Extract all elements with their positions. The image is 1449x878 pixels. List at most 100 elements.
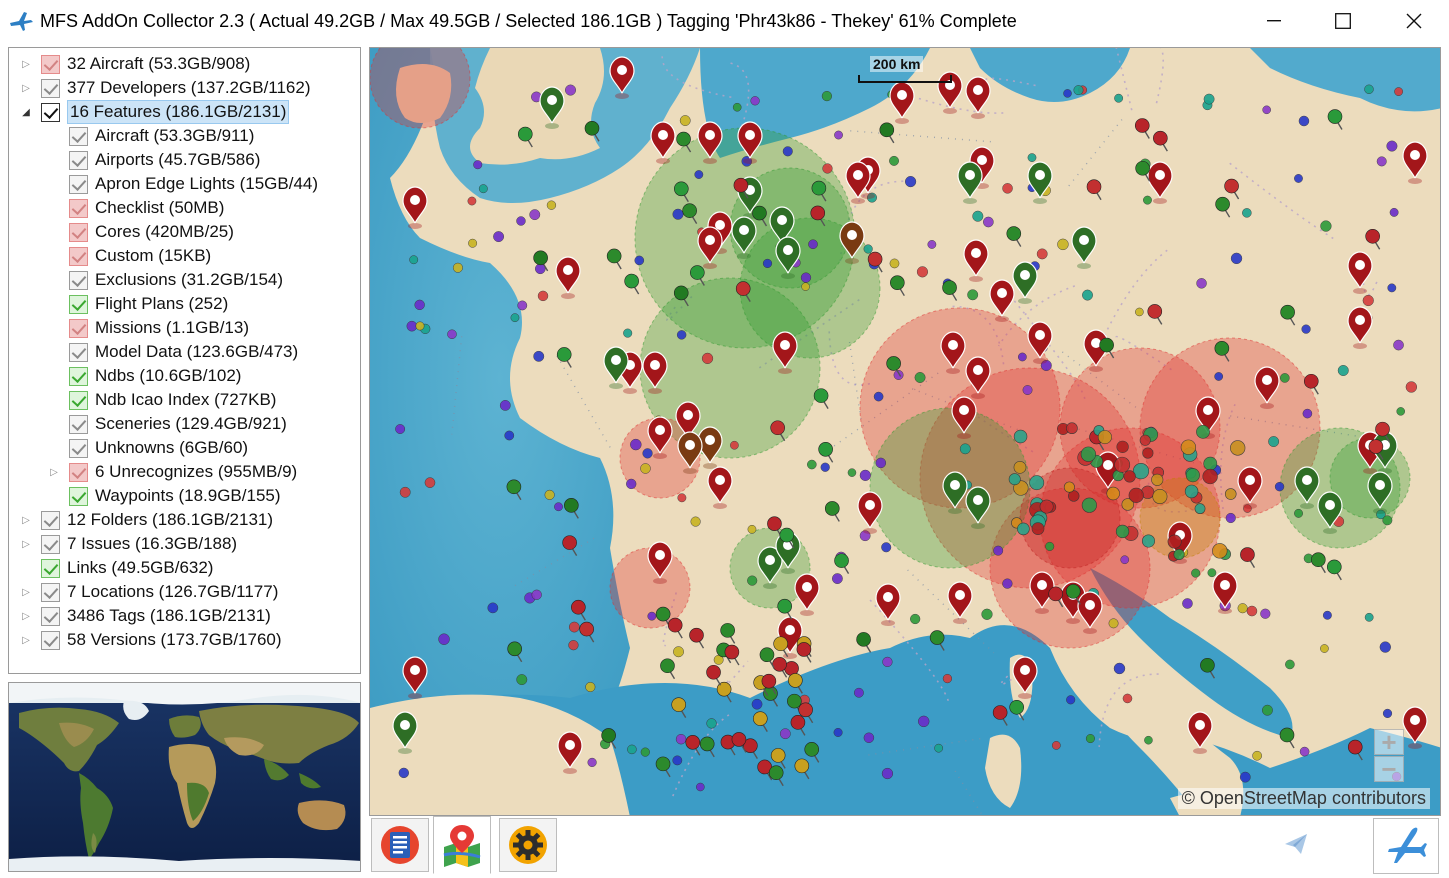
document-list-icon <box>381 826 419 864</box>
tree-checkbox[interactable] <box>41 606 60 626</box>
tree-item[interactable]: Ndbs (10.6GB/102) <box>47 364 241 388</box>
paper-plane-icon[interactable] <box>1283 832 1309 856</box>
zoom-out-button[interactable]: − <box>1374 756 1404 782</box>
tree-checkbox[interactable] <box>69 150 88 170</box>
tree-item[interactable]: Checklist (50MB) <box>47 196 224 220</box>
tree-checkbox[interactable] <box>69 270 88 290</box>
tree-checkbox[interactable] <box>41 630 60 650</box>
tree-checkbox[interactable] <box>69 174 88 194</box>
tree-item[interactable]: ▷ 6 Unrecognizes (955MB/9) <box>47 460 297 484</box>
tree-item[interactable]: Links (49.5GB/632) <box>19 556 213 580</box>
tree-item[interactable]: ▷ 12 Folders (186.1GB/2131) <box>19 508 273 532</box>
tree-item-label: 7 Issues (16.3GB/188) <box>67 534 238 553</box>
tree-checkbox[interactable] <box>69 390 88 410</box>
tree-checkbox[interactable] <box>41 78 60 98</box>
tree-item[interactable]: ▷ 3486 Tags (186.1GB/2131) <box>19 604 271 628</box>
tree-item-label: Links (49.5GB/632) <box>67 558 214 577</box>
tree-item[interactable]: Aircraft (53.3GB/911) <box>47 124 254 148</box>
tree-item-label: Ndbs (10.6GB/102) <box>95 366 242 385</box>
tree-checkbox[interactable] <box>41 54 60 74</box>
expand-arrow-icon[interactable]: ▷ <box>19 628 33 652</box>
tree-item[interactable]: Waypoints (18.9GB/155) <box>47 484 281 508</box>
tree-checkbox[interactable] <box>69 414 88 434</box>
expand-arrow-icon[interactable]: ▷ <box>19 532 33 556</box>
maximize-button[interactable] <box>1314 0 1372 42</box>
world-map-image <box>9 683 360 871</box>
tree-item[interactable]: ▷ 32 Aircraft (53.3GB/908) <box>19 52 250 76</box>
tree-item-label: Model Data (123.6GB/473) <box>95 342 299 361</box>
tree-item[interactable]: Unknowns (6GB/60) <box>47 436 248 460</box>
tree-checkbox[interactable] <box>41 558 60 578</box>
tree-item[interactable]: ◢ 16 Features (186.1GB/2131) <box>19 100 290 124</box>
expand-arrow-icon[interactable]: ▷ <box>19 580 33 604</box>
expand-arrow-icon[interactable]: ▷ <box>47 460 61 484</box>
tree-checkbox[interactable] <box>69 198 88 218</box>
tree-item[interactable]: Airports (45.7GB/586) <box>47 148 260 172</box>
view-tabbar <box>369 816 1441 874</box>
tree-checkbox[interactable] <box>41 534 60 554</box>
tree-item-label: Unknowns (6GB/60) <box>95 438 249 457</box>
tree-item-label: 58 Versions (173.7GB/1760) <box>67 630 282 649</box>
tree-item-label: Waypoints (18.9GB/155) <box>95 486 281 505</box>
map-icon <box>443 825 481 867</box>
map-canvas[interactable] <box>370 48 1441 816</box>
scale-bar <box>858 75 952 83</box>
tree-checkbox[interactable] <box>69 294 88 314</box>
tree-item[interactable]: Exclusions (31.2GB/154) <box>47 268 283 292</box>
tree-checkbox[interactable] <box>41 582 60 602</box>
tab-map[interactable] <box>433 816 491 874</box>
tab-list[interactable] <box>371 818 429 872</box>
tree-item[interactable]: Sceneries (129.4GB/921) <box>47 412 287 436</box>
tree-checkbox[interactable] <box>69 246 88 266</box>
airplane-icon <box>1388 827 1427 863</box>
world-overview-map[interactable] <box>8 682 361 872</box>
tree-item[interactable]: ▷ 377 Developers (137.2GB/1162) <box>19 76 311 100</box>
collapse-arrow-icon[interactable]: ◢ <box>19 100 33 124</box>
tree-item-label: Flight Plans (252) <box>95 294 229 313</box>
tree-item-label: Sceneries (129.4GB/921) <box>95 414 287 433</box>
zoom-in-button[interactable]: + <box>1374 729 1404 755</box>
tab-settings[interactable] <box>499 818 557 872</box>
tree-item[interactable]: Apron Edge Lights (15GB/44) <box>47 172 318 196</box>
tree-checkbox[interactable] <box>69 342 88 362</box>
minimize-button[interactable] <box>1245 0 1303 42</box>
expand-arrow-icon[interactable]: ▷ <box>19 52 33 76</box>
map-attribution: © OpenStreetMap contributors <box>1177 788 1430 809</box>
airplane-button[interactable] <box>1373 818 1439 874</box>
tree-item-label: Ndb Icao Index (727KB) <box>95 390 277 409</box>
tree-item[interactable]: ▷ 7 Locations (126.7GB/1177) <box>19 580 278 604</box>
tree-checkbox[interactable] <box>69 222 88 242</box>
tree-item-label: 7 Locations (126.7GB/1177) <box>67 582 279 601</box>
map-view[interactable]: 200 km + − © OpenStreetMap contributors <box>369 47 1441 816</box>
tree-item[interactable]: Ndb Icao Index (727KB) <box>47 388 276 412</box>
tree-checkbox[interactable] <box>41 102 60 122</box>
tree-checkbox[interactable] <box>69 318 88 338</box>
tree-item[interactable]: Custom (15KB) <box>47 244 211 268</box>
expand-arrow-icon[interactable]: ▷ <box>19 508 33 532</box>
tree-item[interactable]: Missions (1.1GB/13) <box>47 316 249 340</box>
tree-item-label: Airports (45.7GB/586) <box>95 150 261 169</box>
feature-tree[interactable]: ▷ 32 Aircraft (53.3GB/908) ▷ 377 Developers… <box>8 47 361 674</box>
tree-item[interactable]: ▷ 7 Issues (16.3GB/188) <box>19 532 237 556</box>
tree-checkbox[interactable] <box>69 126 88 146</box>
tree-checkbox[interactable] <box>41 510 60 530</box>
tree-checkbox[interactable] <box>69 462 88 482</box>
tree-item[interactable]: Flight Plans (252) <box>47 292 228 316</box>
tree-item[interactable]: ▷ 58 Versions (173.7GB/1760) <box>19 628 282 652</box>
close-button[interactable] <box>1385 0 1443 42</box>
tree-item-label: 16 Features (186.1GB/2131) <box>67 100 290 124</box>
expand-arrow-icon[interactable]: ▷ <box>19 76 33 100</box>
tree-checkbox[interactable] <box>69 486 88 506</box>
tree-checkbox[interactable] <box>69 438 88 458</box>
tree-item[interactable]: Cores (420MB/25) <box>47 220 234 244</box>
expand-arrow-icon[interactable]: ▷ <box>19 604 33 628</box>
tree-item[interactable]: Model Data (123.6GB/473) <box>47 340 298 364</box>
scale-label: 200 km <box>870 56 924 72</box>
tree-checkbox[interactable] <box>69 366 88 386</box>
